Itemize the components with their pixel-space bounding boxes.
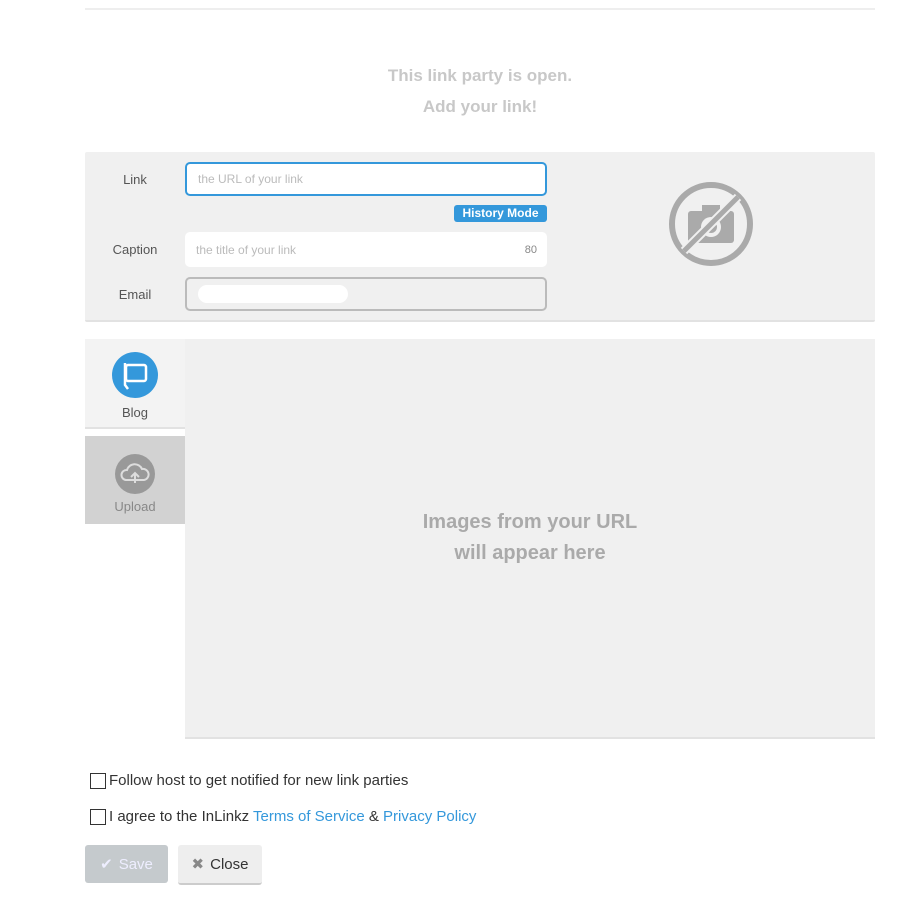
close-label: Close	[210, 855, 249, 873]
follow-option: Follow host to get notified for new link…	[90, 772, 408, 789]
history-mode-button[interactable]: History Mode	[454, 205, 547, 222]
amp-text: &	[364, 808, 384, 825]
follow-label: Follow host to get notified for new link…	[109, 772, 409, 789]
caption-placeholder: the title of your link	[196, 242, 297, 257]
save-label: Save	[118, 855, 153, 873]
blog-icon	[112, 352, 158, 398]
close-icon: ✖	[191, 856, 205, 873]
agree-checkbox[interactable]	[90, 808, 106, 825]
link-form: Link the URL of your link History Mode C…	[85, 152, 875, 322]
party-open-text: This link party is open.	[387, 66, 573, 85]
check-icon: ✔	[100, 856, 113, 873]
email-value	[198, 285, 348, 303]
no-camera-icon	[669, 182, 753, 266]
follow-checkbox[interactable]	[90, 772, 106, 789]
link-label: Link	[123, 172, 147, 187]
link-input[interactable]: the URL of your link	[185, 162, 547, 196]
close-button[interactable]: ✖ Close	[178, 845, 262, 885]
top-divider	[85, 0, 875, 10]
caption-label: Caption	[112, 242, 158, 257]
image-preview-area: Images from your URL will appear here	[185, 339, 875, 739]
add-link-text: Add your link!	[422, 97, 538, 116]
terms-link[interactable]: Terms of Service	[253, 808, 365, 825]
agree-option: I agree to the InLinkz Terms of Service …	[90, 808, 476, 825]
cloud-upload-icon	[115, 454, 155, 494]
preview-line1: Images from your URL	[422, 511, 638, 533]
tab-upload[interactable]: Upload	[85, 436, 185, 524]
save-button[interactable]: ✔ Save	[85, 845, 168, 883]
caption-counter: 80	[524, 243, 537, 256]
preview-line2: will appear here	[454, 542, 606, 564]
caption-input[interactable]: the title of your link 80	[185, 232, 547, 267]
link-placeholder: the URL of your link	[198, 172, 303, 186]
tab-blog-label: Blog	[121, 405, 149, 420]
email-input[interactable]	[185, 277, 547, 311]
privacy-link[interactable]: Privacy Policy	[383, 808, 476, 825]
tab-blog[interactable]: Blog	[85, 339, 185, 429]
email-label: Email	[118, 287, 152, 302]
agree-text: I agree to the InLinkz	[109, 808, 253, 825]
tab-upload-label: Upload	[114, 499, 156, 514]
